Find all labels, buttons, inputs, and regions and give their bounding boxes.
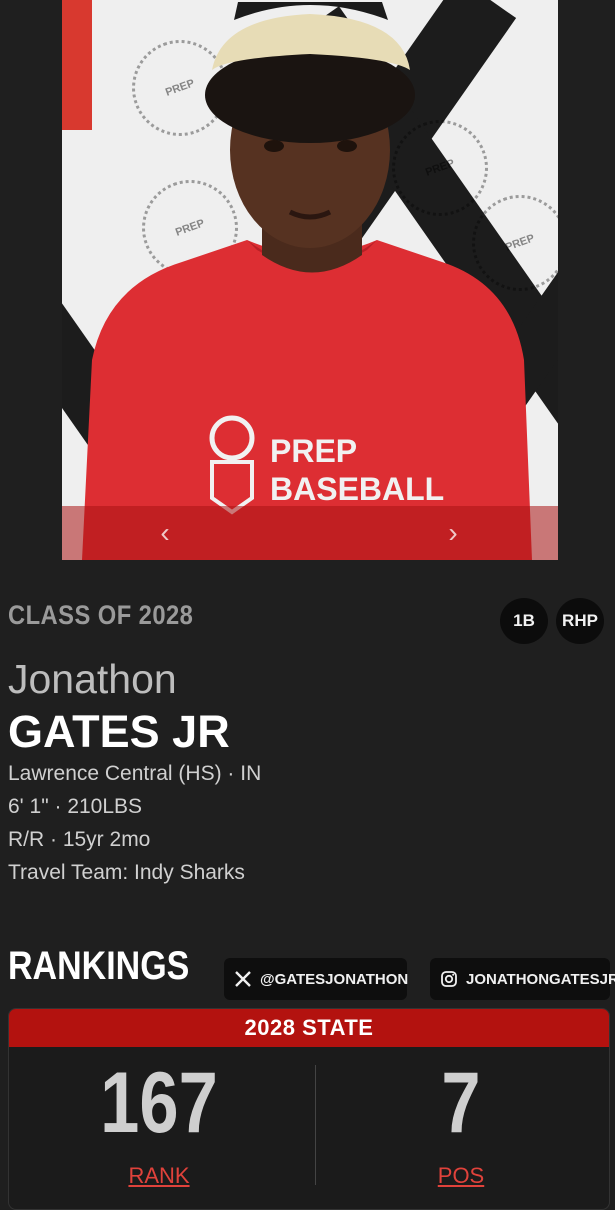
player-headshot: PREP BASEBALL [82, 2, 532, 560]
rank-column: 167 RANK [9, 1053, 309, 1189]
pos-value: 7 [441, 1055, 481, 1151]
player-photo-carousel[interactable]: PREP PREP PREP PREP PREP BASEBALL [62, 0, 558, 560]
state-ranking-card: 2028 STATE 167 RANK 7 POS [8, 1008, 610, 1210]
chevron-left-icon[interactable]: ‹ [150, 518, 180, 548]
pos-link[interactable]: POS [311, 1163, 609, 1189]
social-x-link[interactable]: @GATESJONATHON [224, 958, 409, 1000]
shirt-text-prep: PREP [270, 433, 357, 469]
player-last-name: GATES JR [8, 706, 230, 757]
rank-link[interactable]: RANK [9, 1163, 309, 1189]
player-bats-age: R/R · 15yr 2mo [8, 828, 151, 851]
instagram-icon [440, 970, 458, 988]
social-x-handle: @GATESJONATHON [260, 970, 409, 988]
ranking-card-title: 2028 STATE [9, 1009, 609, 1047]
player-first-name: Jonathon [8, 656, 177, 702]
player-travel-team: Travel Team: Indy Sharks [8, 861, 245, 884]
position-badge-1b: 1B [500, 598, 548, 644]
pos-column: 7 POS [311, 1053, 609, 1189]
social-instagram-link[interactable]: JONATHONGATESJR [430, 958, 615, 1000]
social-instagram-handle: JONATHONGATESJR [466, 970, 615, 988]
rankings-heading: RANKINGS [8, 944, 190, 988]
rank-value: 167 [100, 1055, 218, 1151]
chevron-right-icon[interactable]: › [438, 518, 468, 548]
player-size: 6' 1" · 210LBS [8, 795, 143, 818]
class-of-label: CLASS OF 2028 [8, 600, 194, 630]
position-badge-rhp: RHP [556, 598, 604, 644]
carousel-nav-band [62, 506, 558, 560]
x-icon [234, 970, 252, 988]
player-school: Lawrence Central (HS) · IN [8, 762, 262, 785]
shirt-text-baseball: BASEBALL [270, 471, 444, 507]
